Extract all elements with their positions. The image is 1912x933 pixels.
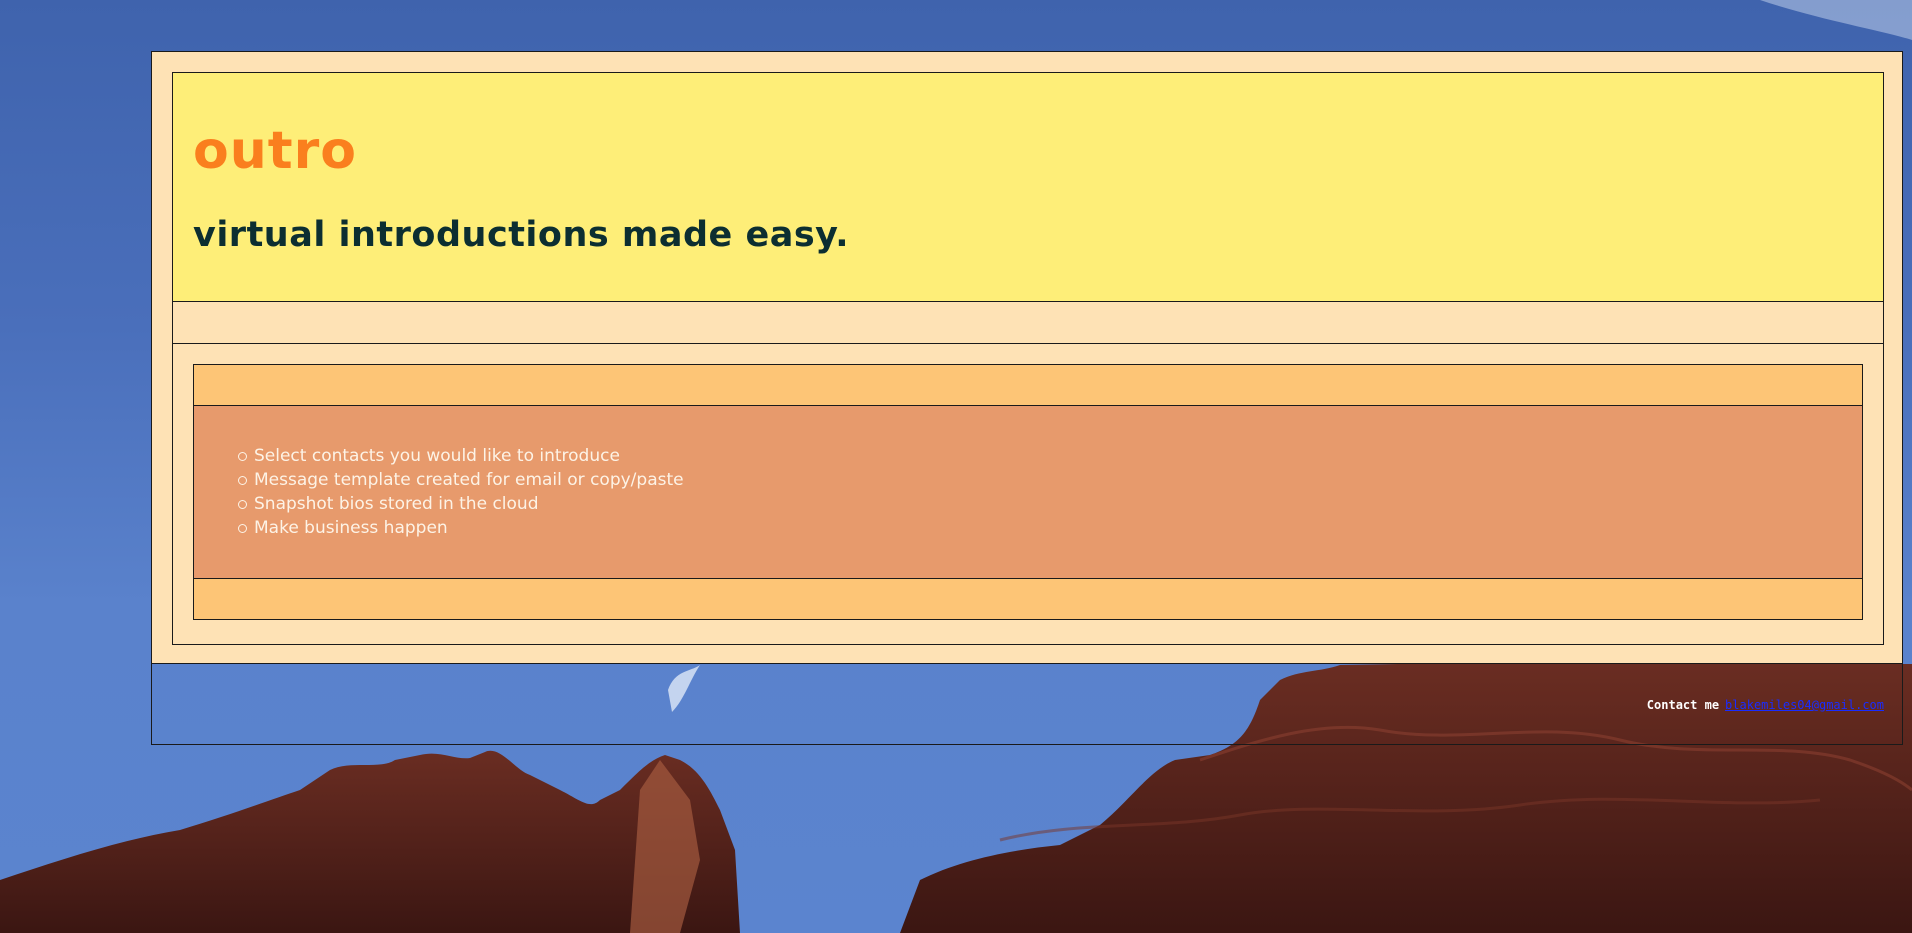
main-frame: outro virtual introductions made easy. S… xyxy=(151,51,1903,664)
content-top-band xyxy=(193,364,1863,406)
contact-email-link[interactable]: blakemiles04@gmail.com xyxy=(1725,698,1884,712)
tagline: virtual introductions made easy. xyxy=(193,215,850,255)
feature-text: Select contacts you would like to introd… xyxy=(254,446,620,466)
circle-bullet-icon xyxy=(238,523,247,533)
feature-text: Snapshot bios stored in the cloud xyxy=(254,494,539,514)
circle-bullet-icon xyxy=(238,475,247,485)
content-bottom-band xyxy=(193,578,1863,620)
contact-label: Contact me xyxy=(1646,698,1720,712)
feature-text: Make business happen xyxy=(254,518,448,538)
header: outro virtual introductions made easy. xyxy=(172,72,1884,302)
list-item: Message template created for email or co… xyxy=(238,468,684,492)
footer: Contact me blakemiles04@gmail.com xyxy=(151,663,1903,745)
circle-bullet-icon xyxy=(238,451,247,461)
circle-bullet-icon xyxy=(238,499,247,509)
features-panel: Select contacts you would like to introd… xyxy=(193,405,1863,579)
features-list: Select contacts you would like to introd… xyxy=(238,444,684,540)
list-item: Make business happen xyxy=(238,516,684,540)
nav-strip xyxy=(172,301,1884,344)
feature-text: Message template created for email or co… xyxy=(254,470,684,490)
list-item: Select contacts you would like to introd… xyxy=(238,444,684,468)
brand-title: outro xyxy=(193,121,357,181)
content-panel: Select contacts you would like to introd… xyxy=(172,343,1884,645)
list-item: Snapshot bios stored in the cloud xyxy=(238,492,684,516)
contact-info: Contact me blakemiles04@gmail.com xyxy=(1647,698,1884,712)
